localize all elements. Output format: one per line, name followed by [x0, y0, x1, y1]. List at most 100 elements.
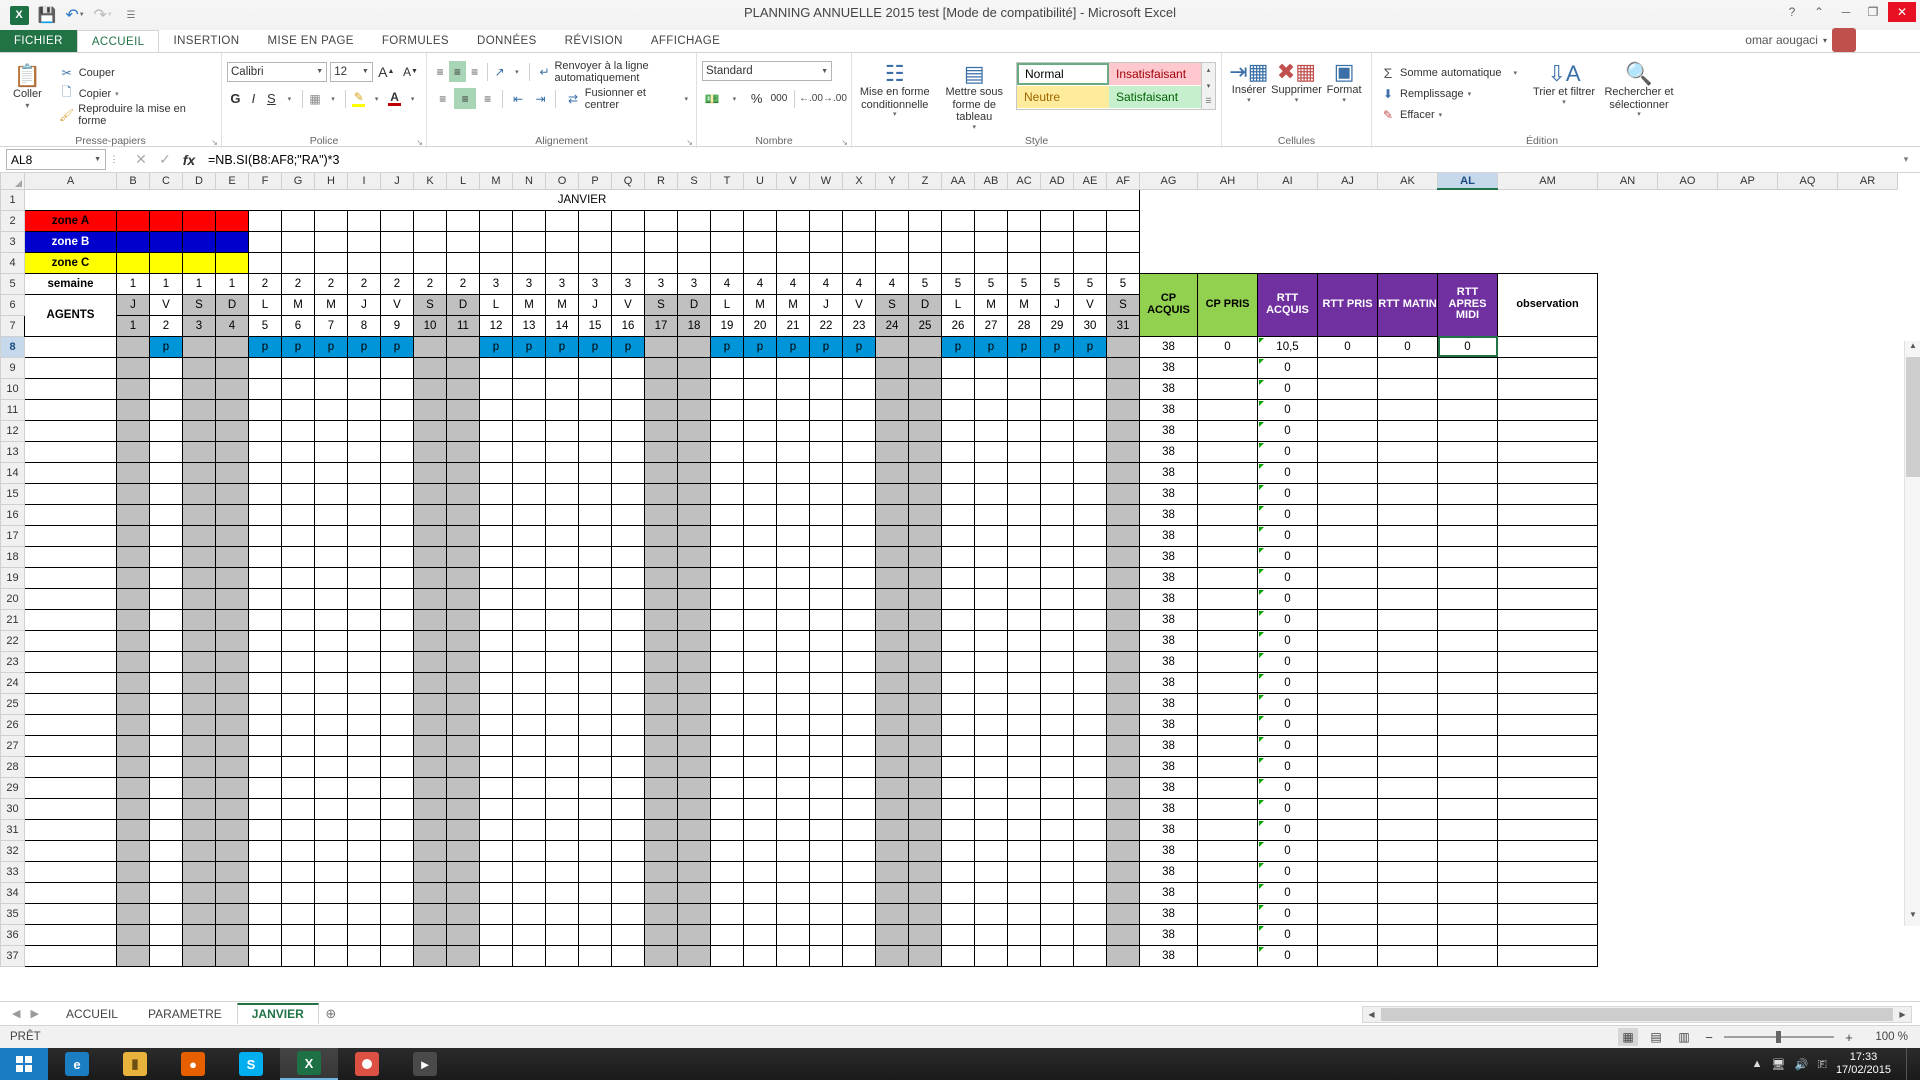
empty-cell[interactable]: [1718, 882, 1778, 903]
planning-cell[interactable]: [446, 713, 480, 736]
zone-cell[interactable]: [809, 251, 843, 274]
rtt-matin-cell[interactable]: [1377, 902, 1438, 925]
planning-cell[interactable]: [677, 377, 711, 400]
rtt-matin-cell[interactable]: [1377, 797, 1438, 820]
empty-cell[interactable]: [1838, 798, 1898, 819]
planning-cell[interactable]: [116, 608, 150, 631]
cp-acquis-cell[interactable]: 38: [1139, 524, 1198, 547]
planning-cell[interactable]: [1106, 419, 1140, 442]
planning-cell[interactable]: [941, 566, 975, 589]
observation-cell[interactable]: [1497, 692, 1598, 715]
planning-cell[interactable]: p: [479, 335, 513, 358]
planning-cell[interactable]: [314, 356, 348, 379]
planning-cell[interactable]: [446, 587, 480, 610]
week-number-cell[interactable]: 3: [479, 272, 513, 295]
row-header-33[interactable]: 33: [0, 860, 25, 883]
planning-cell[interactable]: [974, 734, 1008, 757]
empty-cell[interactable]: [1598, 672, 1658, 693]
planning-cell[interactable]: [776, 944, 810, 967]
planning-cell[interactable]: [644, 608, 678, 631]
planning-cell[interactable]: [809, 545, 843, 568]
rtt-pris-cell[interactable]: [1317, 734, 1378, 757]
col-header-C[interactable]: C: [149, 173, 183, 190]
planning-cell[interactable]: [149, 629, 183, 652]
planning-cell[interactable]: [116, 902, 150, 925]
planning-cell[interactable]: [347, 356, 381, 379]
planning-cell[interactable]: [380, 419, 414, 442]
planning-cell[interactable]: [545, 755, 579, 778]
planning-cell[interactable]: [941, 461, 975, 484]
rtt-matin-cell[interactable]: [1377, 566, 1438, 589]
planning-cell[interactable]: [116, 524, 150, 547]
italic-button[interactable]: I: [245, 88, 262, 109]
planning-cell[interactable]: [347, 881, 381, 904]
empty-cell[interactable]: [1598, 483, 1658, 504]
empty-cell[interactable]: [1778, 735, 1838, 756]
align-center-button[interactable]: ≡: [454, 88, 476, 109]
zone-label-cell[interactable]: zone A: [24, 209, 117, 232]
row-header-31[interactable]: 31: [0, 818, 25, 841]
row-header-5[interactable]: 5: [0, 272, 25, 295]
planning-cell[interactable]: [941, 692, 975, 715]
planning-cell[interactable]: [479, 923, 513, 946]
planning-cell[interactable]: [1073, 398, 1107, 421]
rtt-acquis-cell[interactable]: 0: [1257, 923, 1318, 946]
planning-cell[interactable]: [644, 440, 678, 463]
empty-cell[interactable]: [1778, 714, 1838, 735]
planning-cell[interactable]: [776, 860, 810, 883]
planning-cell[interactable]: [479, 671, 513, 694]
day-number-cell[interactable]: 1: [116, 314, 150, 337]
rtt-apres-midi-cell[interactable]: [1437, 671, 1498, 694]
planning-cell[interactable]: [512, 734, 546, 757]
planning-cell[interactable]: [578, 398, 612, 421]
planning-cell[interactable]: [446, 944, 480, 967]
planning-cell[interactable]: [710, 839, 744, 862]
empty-cell[interactable]: [1778, 378, 1838, 399]
planning-cell[interactable]: p: [380, 335, 414, 358]
planning-cell[interactable]: [1040, 797, 1074, 820]
cp-acquis-cell[interactable]: 38: [1139, 629, 1198, 652]
planning-cell[interactable]: [941, 839, 975, 862]
empty-cell[interactable]: [1838, 819, 1898, 840]
planning-cell[interactable]: [974, 545, 1008, 568]
day-number-cell[interactable]: 5: [248, 314, 282, 337]
planning-cell[interactable]: [710, 776, 744, 799]
planning-cell[interactable]: [116, 839, 150, 862]
observation-cell[interactable]: [1497, 419, 1598, 442]
rtt-acquis-cell[interactable]: 0: [1257, 860, 1318, 883]
cp-acquis-cell[interactable]: 38: [1139, 860, 1198, 883]
day-name-cell[interactable]: L: [941, 293, 975, 316]
week-number-cell[interactable]: 4: [809, 272, 843, 295]
row-header-12[interactable]: 12: [0, 419, 25, 442]
col-header-G[interactable]: G: [281, 173, 315, 190]
planning-cell[interactable]: [545, 629, 579, 652]
zone-cell[interactable]: [215, 230, 249, 253]
week-number-cell[interactable]: 3: [578, 272, 612, 295]
planning-cell[interactable]: [182, 587, 216, 610]
planning-cell[interactable]: [776, 629, 810, 652]
rtt-apres-midi-cell[interactable]: [1437, 797, 1498, 820]
rtt-matin-cell[interactable]: [1377, 650, 1438, 673]
planning-cell[interactable]: [149, 902, 183, 925]
planning-cell[interactable]: [677, 881, 711, 904]
planning-cell[interactable]: [512, 482, 546, 505]
planning-cell[interactable]: [974, 650, 1008, 673]
empty-cell[interactable]: [1598, 588, 1658, 609]
col-header-Z[interactable]: Z: [908, 173, 942, 190]
empty-cell[interactable]: [1658, 546, 1718, 567]
zone-cell[interactable]: [182, 209, 216, 232]
day-number-cell[interactable]: 23: [842, 314, 876, 337]
row-header-2[interactable]: 2: [0, 209, 25, 232]
planning-cell[interactable]: [908, 377, 942, 400]
planning-cell[interactable]: [842, 629, 876, 652]
day-name-cell[interactable]: S: [413, 293, 447, 316]
planning-cell[interactable]: [182, 881, 216, 904]
planning-cell[interactable]: [215, 860, 249, 883]
rtt-pris-cell[interactable]: [1317, 629, 1378, 652]
planning-cell[interactable]: [677, 335, 711, 358]
row-header-9[interactable]: 9: [0, 356, 25, 379]
empty-cell[interactable]: [1438, 210, 1498, 231]
empty-cell[interactable]: [1438, 231, 1498, 252]
planning-cell[interactable]: [479, 650, 513, 673]
normal-view-icon[interactable]: ▦: [1618, 1028, 1638, 1046]
